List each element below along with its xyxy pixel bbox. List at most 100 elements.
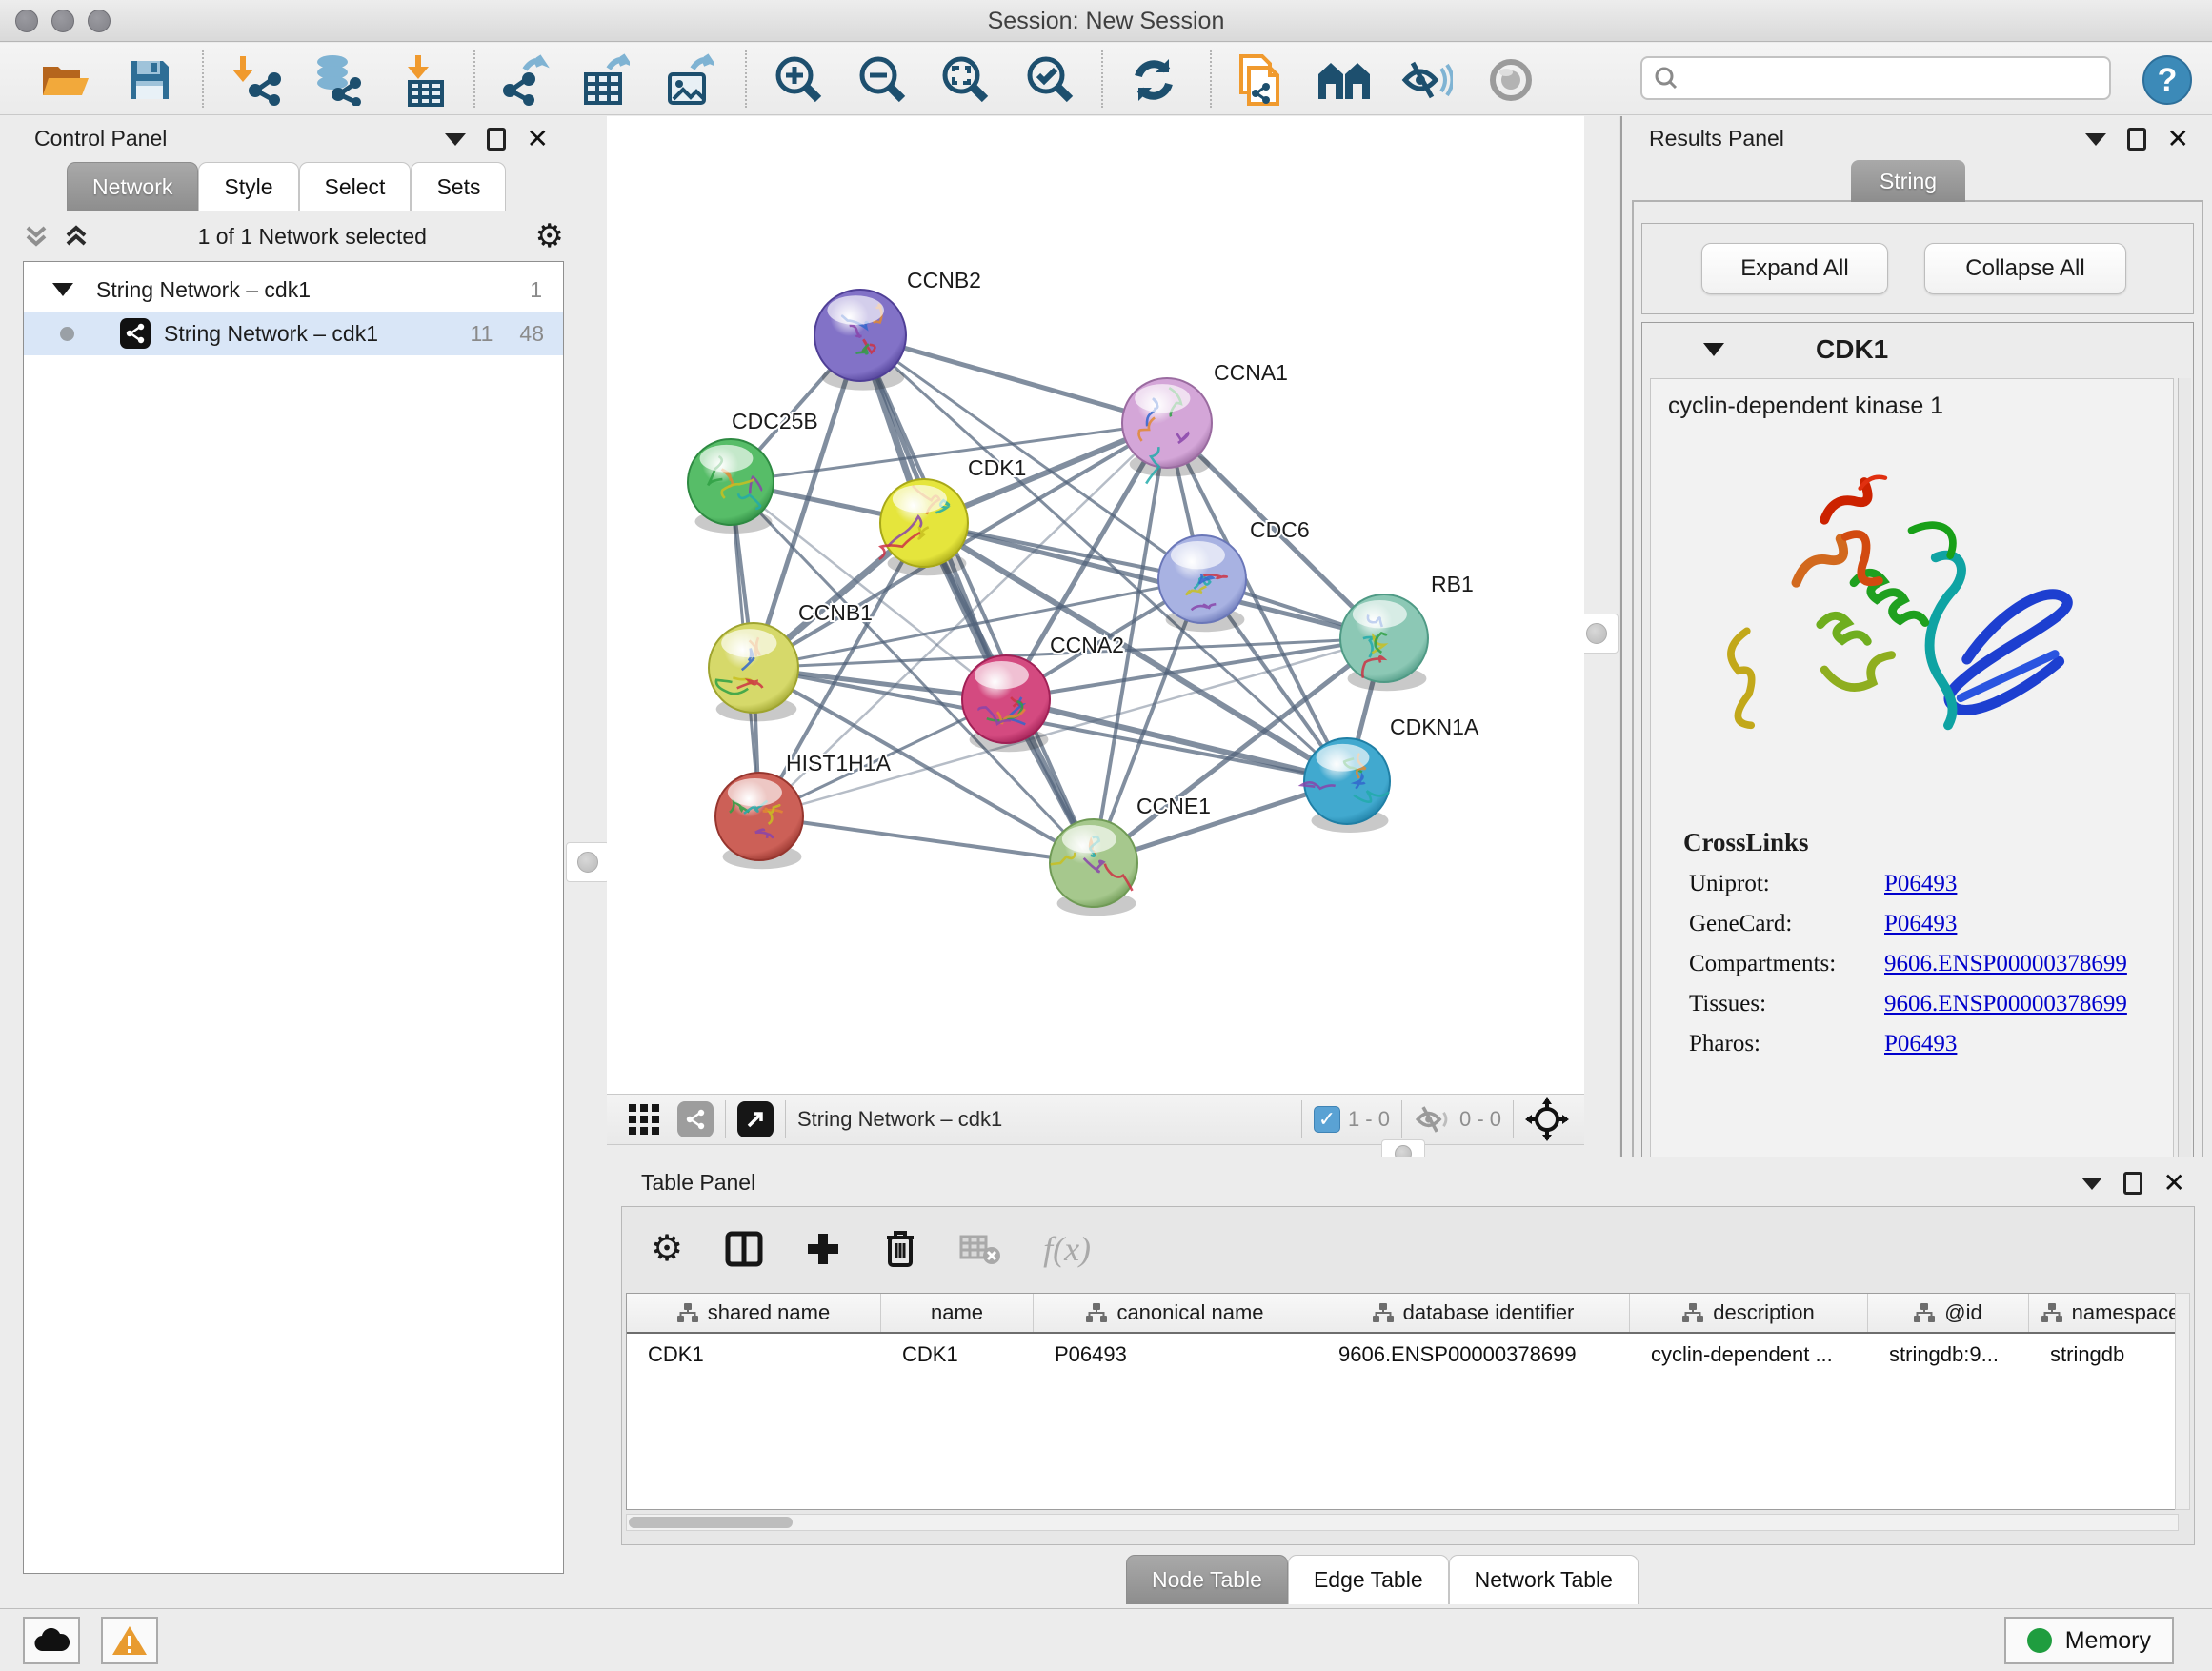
protein-card-collapse-icon[interactable] — [1703, 343, 1724, 356]
show-columns-icon[interactable] — [725, 1230, 763, 1268]
zoom-selected-button[interactable] — [1023, 52, 1078, 108]
node-RB1[interactable]: RB1 — [1340, 572, 1474, 691]
add-column-icon[interactable] — [805, 1231, 841, 1267]
search-input[interactable] — [1679, 66, 2109, 91]
eye-slash-icon — [1399, 57, 1453, 103]
table-options-gear-icon[interactable]: ⚙ — [651, 1231, 683, 1267]
delete-column-icon[interactable] — [883, 1229, 917, 1269]
table-cell[interactable]: cyclin-dependent ... — [1630, 1342, 1868, 1367]
cloud-button[interactable] — [23, 1617, 80, 1664]
left-splitter-handle[interactable] — [566, 842, 610, 882]
collection-expand-icon[interactable] — [52, 283, 73, 296]
node-CDK1[interactable]: CDK1 — [879, 455, 1027, 575]
import-network-database-button[interactable] — [310, 52, 365, 108]
results-panel-menu-icon[interactable] — [2085, 133, 2106, 146]
control-panel-float-icon[interactable] — [487, 128, 506, 151]
string-network-graph[interactable]: CCNB2CCNA1CDC25BCDK1CDC6RB1CCNB1CCNA2CDK… — [607, 116, 1584, 1094]
results-scrollbar[interactable] — [2178, 378, 2191, 1165]
network-canvas[interactable]: CCNB2CCNA1CDC25BCDK1CDC6RB1CCNB1CCNA2CDK… — [607, 116, 1584, 1094]
control-panel-menu-icon[interactable] — [445, 133, 466, 146]
zoom-out-button[interactable] — [855, 52, 911, 108]
warnings-button[interactable] — [101, 1617, 158, 1664]
zoom-fit-button[interactable] — [938, 52, 994, 108]
table-cell[interactable]: 9606.ENSP00000378699 — [1317, 1342, 1630, 1367]
show-all-button[interactable] — [1483, 52, 1538, 108]
scrollbar-thumb[interactable] — [629, 1517, 793, 1528]
export-image-button[interactable] — [661, 52, 716, 108]
node-HIST1H1A[interactable]: HIST1H1A — [715, 751, 892, 869]
clone-network-button[interactable] — [1232, 52, 1287, 108]
network-collection-row[interactable]: String Network – cdk1 1 — [24, 268, 563, 312]
protein-structure-image — [1697, 437, 2116, 818]
import-network-file-button[interactable] — [230, 52, 285, 108]
control-panel-close-icon[interactable]: ✕ — [527, 130, 549, 149]
table-panel-menu-icon[interactable] — [2081, 1178, 2102, 1190]
table-cell[interactable]: stringdb — [2029, 1342, 2179, 1367]
table-cell[interactable]: CDK1 — [881, 1342, 1034, 1367]
function-builder-button[interactable]: f(x) — [1043, 1229, 1091, 1269]
table-cell[interactable]: CDK1 — [627, 1342, 881, 1367]
node-CDKN1A[interactable]: CDKN1A — [1301, 715, 1479, 833]
save-session-button[interactable] — [122, 52, 177, 108]
network-list-view-button[interactable] — [677, 1101, 714, 1137]
results-panel-float-icon[interactable] — [2127, 128, 2146, 151]
tab-node-table[interactable]: Node Table — [1126, 1555, 1288, 1604]
network-row-selected[interactable]: String Network – cdk1 11 48 — [24, 312, 563, 355]
network-options-gear-icon[interactable]: ⚙ — [535, 220, 564, 252]
birds-eye-view-icon[interactable] — [1525, 1097, 1569, 1141]
first-neighbors-button[interactable] — [1317, 52, 1372, 108]
column-header-namespace[interactable]: namespace — [2029, 1294, 2179, 1332]
import-table-button[interactable] — [397, 52, 452, 108]
protein-card-header[interactable]: CDK1 — [1642, 323, 2193, 376]
tab-string[interactable]: String — [1851, 160, 1965, 202]
table-cell[interactable]: stringdb:9... — [1868, 1342, 2029, 1367]
column-header-shared-name[interactable]: shared name — [627, 1294, 881, 1332]
column-header-database-identifier[interactable]: database identifier — [1317, 1294, 1630, 1332]
tab-style[interactable]: Style — [198, 162, 298, 211]
search-box[interactable] — [1640, 56, 2111, 100]
crosslink-link[interactable]: P06493 — [1884, 871, 1957, 897]
column-header--id[interactable]: @id — [1868, 1294, 2029, 1332]
toolbar-separator — [1101, 50, 1103, 108]
export-network-button[interactable] — [497, 52, 553, 108]
column-header-description[interactable]: description — [1630, 1294, 1868, 1332]
table-vertical-scrollbar[interactable] — [2175, 1293, 2190, 1510]
collapse-all-icon[interactable] — [23, 223, 50, 250]
tab-edge-table[interactable]: Edge Table — [1288, 1555, 1449, 1604]
table-panel-close-icon[interactable]: ✕ — [2163, 1174, 2185, 1193]
column-type-icon — [1086, 1303, 1107, 1322]
node-CDC25B[interactable]: CDC25B — [688, 409, 818, 534]
results-panel-close-icon[interactable]: ✕ — [2167, 130, 2189, 149]
tab-select[interactable]: Select — [299, 162, 412, 211]
crosslink-link[interactable]: P06493 — [1884, 911, 1957, 937]
memory-button[interactable]: Memory — [2004, 1617, 2174, 1664]
tab-sets[interactable]: Sets — [411, 162, 506, 211]
node-CCNE1[interactable]: CCNE1 — [1050, 794, 1211, 916]
export-table-button[interactable] — [577, 52, 633, 108]
selected-checkbox-icon[interactable]: ✓ — [1314, 1106, 1340, 1133]
expand-all-icon[interactable] — [63, 223, 90, 250]
table-cell[interactable]: P06493 — [1034, 1342, 1317, 1367]
crosslink-link[interactable]: 9606.ENSP00000378699 — [1884, 951, 2127, 977]
tab-network[interactable]: Network — [67, 162, 198, 211]
column-header-name[interactable]: name — [881, 1294, 1034, 1332]
crosslink-link[interactable]: P06493 — [1884, 1031, 1957, 1057]
detach-view-button[interactable] — [737, 1101, 774, 1137]
crosslink-link[interactable]: 9606.ENSP00000378699 — [1884, 991, 2127, 1017]
grid-view-button[interactable] — [628, 1103, 660, 1136]
help-button[interactable]: ? — [2140, 52, 2195, 108]
collapse-all-button[interactable]: Collapse All — [1924, 243, 2126, 294]
table-row[interactable]: CDK1CDK1P064939606.ENSP00000378699cyclin… — [627, 1334, 2178, 1376]
node-CCNB2[interactable]: CCNB2 — [814, 268, 981, 391]
node-CCNA1[interactable]: CCNA1 — [1122, 360, 1288, 484]
table-horizontal-scrollbar[interactable] — [626, 1514, 2179, 1531]
refresh-button[interactable] — [1126, 52, 1181, 108]
table-panel-float-icon[interactable] — [2123, 1172, 2142, 1195]
delete-table-icon[interactable] — [959, 1233, 1001, 1265]
hide-selected-button[interactable] — [1398, 52, 1454, 108]
open-session-button[interactable] — [38, 52, 93, 108]
zoom-in-button[interactable] — [772, 52, 827, 108]
tab-network-table[interactable]: Network Table — [1449, 1555, 1639, 1604]
column-header-canonical-name[interactable]: canonical name — [1034, 1294, 1317, 1332]
expand-all-button[interactable]: Expand All — [1701, 243, 1888, 294]
